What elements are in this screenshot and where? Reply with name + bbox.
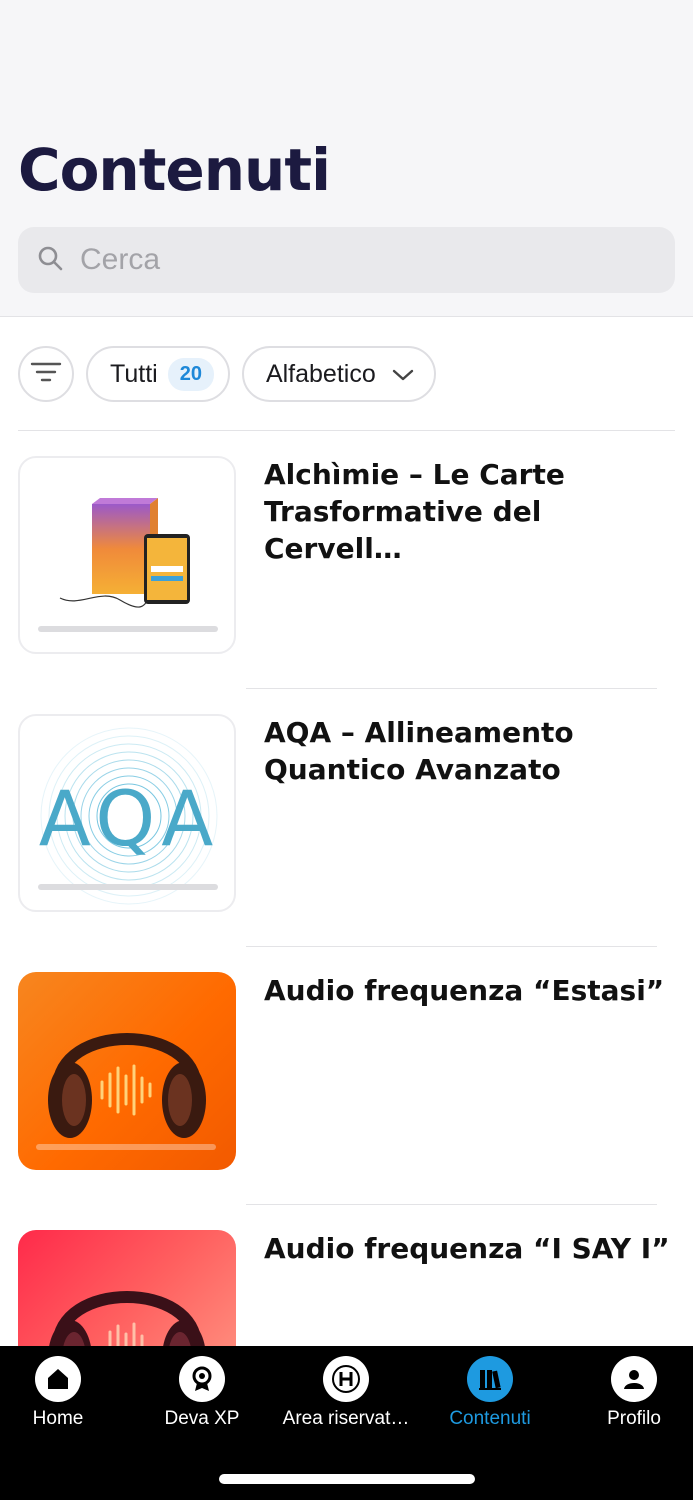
books-icon (467, 1356, 513, 1402)
progress-bar (38, 626, 218, 632)
search-placeholder: Cerca (80, 243, 161, 276)
headphones-icon (48, 1033, 206, 1138)
home-icon (35, 1356, 81, 1402)
filter-icon (30, 360, 62, 389)
page-title: Contenuti (18, 136, 331, 204)
divider (18, 430, 675, 431)
tab-profilo[interactable]: Profilo (565, 1356, 693, 1430)
list-item[interactable]: Audio frequenza “Estasi” (18, 972, 675, 1172)
list-separator (246, 688, 657, 689)
tab-contenuti[interactable]: Contenuti (421, 1356, 559, 1430)
tab-deva-xp[interactable]: Deva XP (133, 1356, 271, 1430)
progress-bar (38, 884, 218, 890)
tab-label: Deva XP (164, 1408, 240, 1429)
all-count-badge: 20 (167, 357, 214, 391)
user-icon (611, 1356, 657, 1402)
tab-label: Profilo (607, 1408, 661, 1429)
header-area: Contenuti Cerca (0, 0, 693, 317)
item-title: AQA – Allineamento Quantico Avanzato (264, 716, 574, 786)
list-item[interactable]: AQA AQA – Allineamento Quantico Avanzato (18, 714, 675, 914)
tab-label: Area riservat… (282, 1408, 410, 1429)
item-title: Audio frequenza “Estasi” (264, 974, 665, 1007)
sort-dropdown[interactable]: Alfabetico (241, 346, 436, 402)
sort-label: Alfabetico (265, 359, 376, 388)
tab-label: Home (32, 1408, 84, 1429)
product-box-illustration (59, 498, 190, 608)
list-item[interactable]: Alchìmie – Le Carte Trasformative del Ce… (18, 456, 675, 656)
all-filter-chip[interactable]: Tutti 20 (86, 346, 230, 402)
chevron-down-icon (376, 360, 414, 389)
tab-area-riservata[interactable]: Area riservat… (277, 1356, 415, 1430)
aqa-logo-text: AQA (38, 774, 220, 863)
list-separator (246, 1204, 657, 1205)
tab-label: Contenuti (449, 1408, 531, 1429)
item-title: Audio frequenza “I SAY I” (264, 1232, 670, 1265)
tab-home[interactable]: Home (0, 1356, 127, 1430)
all-filter-label: Tutti (110, 359, 158, 388)
item-thumbnail: AQA (18, 714, 236, 912)
item-thumbnail (18, 456, 236, 654)
badge-icon (179, 1356, 225, 1402)
item-thumbnail (18, 972, 236, 1170)
h-letter-icon (323, 1356, 369, 1402)
filter-row: Tutti 20 Alfabetico (18, 346, 436, 402)
item-title: Alchìmie – Le Carte Trasformative del Ce… (264, 458, 565, 565)
filter-button[interactable] (18, 346, 74, 402)
progress-bar (36, 1144, 216, 1150)
list-separator (246, 946, 657, 947)
search-icon (36, 244, 64, 277)
home-indicator[interactable] (219, 1474, 475, 1484)
search-input[interactable]: Cerca (18, 227, 675, 293)
